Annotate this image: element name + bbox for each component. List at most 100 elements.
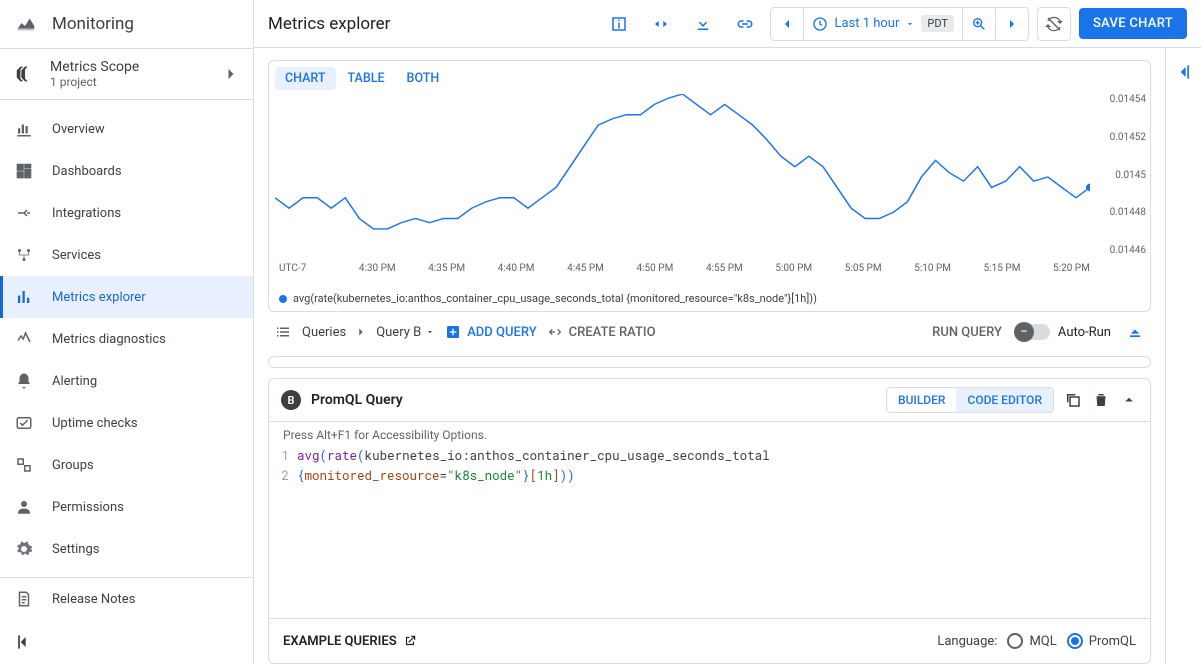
integration-icon (14, 203, 34, 223)
x-axis: UTC-74:30 PM4:35 PM4:40 PM4:45 PM4:50 PM… (279, 263, 1090, 274)
sidebar-collapse[interactable] (0, 620, 253, 664)
nav-overview[interactable]: Overview (0, 108, 253, 150)
bars-icon (14, 287, 34, 307)
y-axis: 0.014540.014520.01450.014480.01446 (1110, 90, 1146, 260)
list-icon[interactable] (274, 323, 292, 341)
groups-icon (14, 455, 34, 475)
nav-label: Services (52, 248, 101, 263)
product-title: Monitoring (52, 14, 134, 34)
nav-label: Integrations (52, 206, 121, 221)
nav-label: Settings (52, 542, 99, 557)
lang-label: Language: (937, 634, 997, 649)
legend-dot-icon (279, 295, 287, 303)
run-query-button[interactable]: RUN QUERY (932, 325, 1002, 340)
code-editor-tab[interactable]: CODE EDITOR (956, 388, 1053, 412)
document-icon (14, 589, 34, 609)
builder-tab[interactable]: BUILDER (887, 388, 956, 412)
create-ratio-button[interactable]: CREATE RATIO (547, 324, 656, 340)
nav-label: Release Notes (52, 592, 135, 607)
zoom-in[interactable] (963, 8, 996, 40)
chart-legend: avg(rate(kubernetes_io:anthos_container_… (269, 292, 1150, 311)
radio-promql[interactable]: PromQL (1067, 633, 1136, 649)
nav-alerting[interactable]: Alerting (0, 360, 253, 402)
code-icon[interactable] (644, 7, 678, 41)
autorun-toggle[interactable]: − (1016, 324, 1050, 340)
save-chart-button[interactable]: SAVE CHART (1079, 8, 1187, 39)
nav-integrations[interactable]: Integrations (0, 192, 253, 234)
tab-table[interactable]: TABLE (338, 67, 395, 90)
next-range[interactable] (996, 8, 1028, 40)
delete-icon[interactable] (1092, 391, 1110, 409)
chevron-up-icon[interactable] (1120, 391, 1138, 409)
monitoring-icon (14, 12, 38, 36)
chart-card: CHART TABLE BOTH 0.014540.014520.01450.0… (268, 60, 1151, 312)
hexagon-icon (14, 63, 36, 85)
queries-crumb[interactable]: Queries (302, 325, 346, 340)
current-query: Query B (376, 325, 421, 340)
sidebar: Monitoring Metrics Scope 1 project Overv… (0, 0, 254, 664)
nav-metrics-explorer[interactable]: Metrics explorer (0, 276, 253, 318)
main: Metrics explorer Last 1 hour PDT (254, 0, 1201, 664)
code-content: avg(rate(kubernetes_io:anthos_container_… (297, 446, 1150, 486)
scope-subtitle: 1 project (50, 75, 139, 89)
code-editor[interactable]: Press Alt+F1 for Accessibility Options. … (269, 422, 1150, 618)
nav-list: Overview Dashboards Integrations Service… (0, 100, 253, 577)
collapsed-query-a[interactable] (268, 356, 1151, 368)
services-icon (14, 245, 34, 265)
bell-icon (14, 371, 34, 391)
collapse-queries-icon[interactable] (1125, 322, 1145, 342)
nav-uptime[interactable]: Uptime checks (0, 402, 253, 444)
nav-settings[interactable]: Settings (0, 528, 253, 570)
person-icon (14, 497, 34, 517)
download-icon[interactable] (686, 7, 720, 41)
example-queries-link[interactable]: EXAMPLE QUERIES (283, 634, 417, 649)
nav-label: Alerting (52, 374, 97, 389)
editor-title: PromQL Query (311, 392, 403, 408)
radio-icon (1007, 633, 1023, 649)
chevron-right-icon (221, 64, 241, 84)
nav-label: Metrics diagnostics (52, 332, 166, 347)
sync-off-icon[interactable] (1037, 7, 1071, 41)
metrics-scope-row[interactable]: Metrics Scope 1 project (0, 48, 253, 100)
nav-metrics-diagnostics[interactable]: Metrics diagnostics (0, 318, 253, 360)
nav-dashboards[interactable]: Dashboards (0, 150, 253, 192)
nav-permissions[interactable]: Permissions (0, 486, 253, 528)
radio-mql[interactable]: MQL (1007, 633, 1056, 649)
nav-label: Permissions (52, 500, 124, 515)
nav-label: Metrics explorer (52, 290, 146, 305)
editor-mode-toggle: BUILDER CODE EDITOR (886, 387, 1054, 413)
radio-icon (1067, 633, 1083, 649)
time-range-picker[interactable]: Last 1 hour PDT (804, 8, 963, 40)
time-label: Last 1 hour (834, 16, 899, 31)
nav-label: Uptime checks (52, 416, 138, 431)
a11y-hint: Press Alt+F1 for Accessibility Options. (269, 428, 1150, 446)
nav-label: Overview (52, 122, 105, 137)
tab-both[interactable]: BOTH (397, 67, 450, 90)
topbar: Metrics explorer Last 1 hour PDT (254, 0, 1201, 48)
query-selector[interactable]: Query B (376, 325, 435, 340)
copy-icon[interactable] (1064, 391, 1082, 409)
legend-text: avg(rate(kubernetes_io:anthos_container_… (293, 292, 817, 305)
add-query-button[interactable]: ADD QUERY (445, 324, 536, 340)
query-badge-b: B (281, 390, 301, 410)
query-toolbar: Queries Query B ADD QUERY (268, 312, 1151, 350)
nav-release-notes[interactable]: Release Notes (0, 578, 253, 620)
tz-badge: PDT (921, 15, 954, 32)
chart-plot[interactable]: 0.014540.014520.01450.014480.01446 UTC-7… (269, 90, 1150, 292)
language-selector: Language: MQL PromQL (937, 633, 1136, 649)
dashboard-icon (14, 161, 34, 181)
link-icon[interactable] (728, 7, 762, 41)
diagnostics-icon (14, 329, 34, 349)
page-title: Metrics explorer (268, 14, 390, 34)
scope-title: Metrics Scope (50, 59, 139, 75)
sidebar-header: Monitoring (0, 0, 253, 48)
tab-chart[interactable]: CHART (275, 67, 336, 90)
prev-range[interactable] (771, 8, 804, 40)
nav-label: Groups (52, 458, 94, 473)
uptime-icon (14, 413, 34, 433)
nav-groups[interactable]: Groups (0, 444, 253, 486)
time-nav: Last 1 hour PDT (770, 7, 1029, 41)
nav-services[interactable]: Services (0, 234, 253, 276)
expand-panel-button[interactable] (1165, 48, 1201, 664)
panel-icon[interactable] (602, 7, 636, 41)
